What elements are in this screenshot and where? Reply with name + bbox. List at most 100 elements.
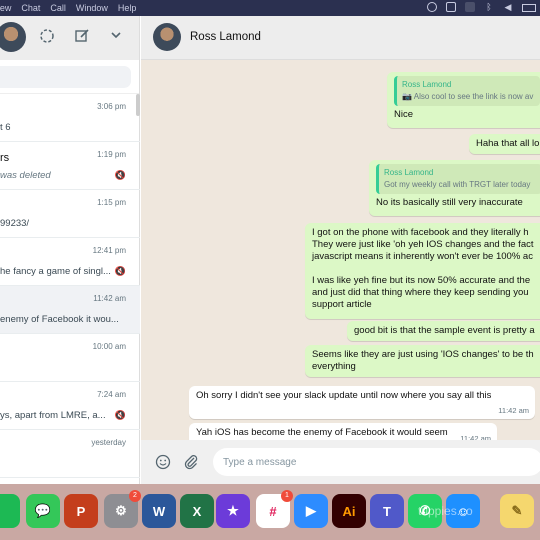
menu-item-call[interactable]: Call (50, 3, 76, 13)
word-dock-icon[interactable]: W (142, 494, 176, 528)
chat-list-item[interactable]: 7:24 am ys, apart from LMRE, a... 🔇 (0, 382, 140, 430)
menu-bar: ViewChatCallWindowHelp ᛒ ◀ (0, 0, 540, 16)
chat-list-item[interactable]: 10:00 am (0, 334, 140, 382)
conversation-pane: Ross Lamond Ross Lamond 📷 Also cool to se… (141, 16, 540, 484)
message-list: Ross Lamond 📷 Also cool to see the link i… (141, 60, 540, 440)
message-line: I got on the phone with facebook and the… (312, 227, 529, 238)
chat-time: 10:00 am (92, 342, 126, 351)
chevron-down-icon[interactable] (107, 28, 125, 46)
message-text: Yah iOS has become the enemy of Facebook… (196, 427, 448, 438)
chat-preview: t 6 (0, 122, 11, 133)
chat-list: 3:06 pm t 6 rs 1:19 pm was deleted 🔇 1:15 pm 99… (0, 94, 140, 478)
message-line: support article (312, 299, 372, 310)
excel-dock-icon[interactable]: X (180, 494, 214, 528)
display-icon[interactable] (446, 2, 456, 12)
message-line (312, 263, 540, 275)
chat-list-item[interactable]: 3:06 pm t 6 (0, 94, 140, 142)
chat-time: 3:06 pm (97, 102, 126, 111)
status-icon[interactable] (38, 28, 56, 46)
chat-time: 12:41 pm (92, 246, 126, 255)
quoted-message[interactable]: Ross Lamond 📷 Also cool to see the link i… (394, 76, 540, 106)
zoom-dock-icon[interactable]: ▶ (294, 494, 328, 528)
conversation-header[interactable]: Ross Lamond (141, 16, 540, 60)
slack-dock-icon[interactable]: #1 (256, 490, 293, 528)
record-icon[interactable] (427, 2, 437, 12)
search-input[interactable] (0, 66, 131, 88)
profile-avatar[interactable] (0, 22, 26, 52)
message-input[interactable] (213, 448, 540, 476)
incoming-message[interactable]: Oh sorry I didn't see your slack update … (189, 386, 535, 419)
chat-time: 11:42 am (93, 294, 126, 303)
messages-dock-icon[interactable]: 💬 (26, 494, 60, 528)
message-text: No its basically still very inaccurate (376, 197, 523, 208)
emoji-icon[interactable] (154, 454, 172, 472)
sidebar-scrollbar[interactable] (136, 94, 140, 116)
message-line: and just did that thing where they keep … (312, 287, 529, 298)
dock-icon-glyph: # (269, 503, 277, 519)
outgoing-message[interactable]: Seems like they are just using 'IOS chan… (305, 345, 540, 377)
muted-icon: 🔇 (114, 170, 126, 180)
chat-preview: 99233/ (0, 218, 30, 229)
volume-icon[interactable]: ◀ (503, 2, 513, 12)
dock-icon-glyph: X (192, 503, 202, 519)
message-text: Oh sorry I didn't see your slack update … (196, 390, 492, 401)
chat-list-item[interactable]: 1:15 pm 99233/ (0, 190, 140, 238)
powerpoint-dock-icon[interactable]: P (64, 494, 98, 528)
chat-time: 1:19 pm (97, 150, 126, 159)
battery-icon[interactable] (522, 3, 536, 12)
menu-item-view[interactable]: View (0, 3, 21, 13)
chat-time: 7:24 am (97, 390, 126, 399)
muted-icon: 🔇 (114, 266, 126, 276)
quoted-message[interactable]: Ross Lamond Got my weekly call with TRGT … (376, 164, 540, 194)
bluetooth-icon[interactable]: ᛒ (484, 2, 494, 12)
sidebar-header (0, 16, 139, 60)
dock-icon-glyph: ⚙ (115, 503, 127, 518)
chat-preview: ys, apart from LMRE, a... (0, 410, 106, 421)
outgoing-message[interactable]: I got on the phone with facebook and the… (305, 223, 540, 319)
menu-item-help[interactable]: Help (118, 3, 147, 13)
outgoing-message[interactable]: Haha that all lo (469, 134, 540, 154)
dock-icon-glyph: ▶ (306, 503, 316, 518)
contact-avatar[interactable] (153, 23, 181, 51)
attach-icon[interactable] (182, 454, 200, 472)
menubar-status-icons: ᛒ ◀ (427, 2, 536, 12)
message-line: They were just like 'oh yeh IOS changes … (312, 239, 534, 250)
dock-icon-glyph: P (76, 503, 86, 519)
menu-item-window[interactable]: Window (76, 3, 118, 13)
chat-preview: he fancy a game of singl... (0, 266, 111, 277)
spotify-dock-icon[interactable] (0, 494, 20, 528)
menu-item-chat[interactable]: Chat (21, 3, 50, 13)
chat-list-item[interactable]: 12:41 pm he fancy a game of singl... 🔇 (0, 238, 140, 286)
message-text: good bit is that the sample event is pre… (354, 325, 535, 336)
search-area (0, 60, 139, 94)
outgoing-message[interactable]: good bit is that the sample event is pre… (347, 321, 540, 341)
dock-icon-glyph: ✎ (511, 503, 523, 518)
imovie-dock-icon[interactable]: ★ (216, 494, 250, 528)
chat-name: rs (0, 152, 10, 164)
teams-dock-icon[interactable]: T (370, 494, 404, 528)
chat-preview: enemy of Facebook it wou... (0, 314, 119, 325)
dock-icon-glyph: W (152, 503, 166, 519)
notification-badge: 2 (129, 490, 141, 502)
dock-icon-glyph: T (383, 503, 391, 519)
message-time: 11:42 am (498, 406, 529, 415)
quoted-text: Got my weekly call with TRGT later today (384, 180, 531, 189)
muted-icon: 🔇 (114, 410, 126, 420)
chat-list-item[interactable]: 11:42 am enemy of Facebook it wou... (0, 286, 140, 334)
outgoing-message[interactable]: Ross Lamond Got my weekly call with TRGT … (369, 160, 540, 216)
notification-badge: 1 (281, 490, 293, 502)
dock-icon-glyph: Ai (342, 503, 356, 519)
app-icon[interactable] (465, 2, 475, 12)
illustrator-dock-icon[interactable]: Ai (332, 494, 366, 528)
watermark: tuppies.co (418, 504, 473, 518)
outgoing-message[interactable]: Ross Lamond 📷 Also cool to see the link i… (387, 72, 540, 128)
dock-icon-glyph: ★ (227, 503, 239, 518)
notes-dock-icon[interactable]: ✎ (500, 494, 534, 528)
message-time: 11:42 am (460, 434, 491, 440)
system-preferences-dock-icon[interactable]: ⚙ 2 (104, 490, 141, 528)
new-chat-icon[interactable] (73, 28, 91, 46)
chat-list-item[interactable]: yesterday (0, 430, 140, 478)
incoming-message[interactable]: Yah iOS has become the enemy of Facebook… (189, 423, 497, 440)
message-line: javascript means it inherently won't eve… (312, 251, 533, 262)
chat-list-item[interactable]: rs 1:19 pm was deleted 🔇 (0, 142, 140, 190)
